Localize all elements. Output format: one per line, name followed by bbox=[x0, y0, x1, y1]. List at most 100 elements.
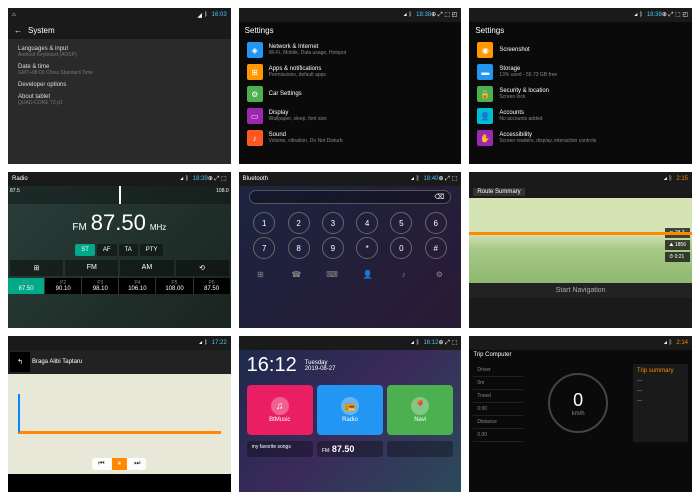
page-title: System bbox=[28, 26, 55, 35]
delete-icon[interactable]: ⌫ bbox=[434, 193, 444, 201]
back-icon[interactable]: ← bbox=[14, 26, 22, 35]
settings-item[interactable]: Developer options bbox=[8, 79, 231, 91]
settings-item[interactable]: ▬Storage13% used - 55.73 GB free bbox=[469, 61, 692, 83]
playback-button[interactable]: ⏸ bbox=[112, 458, 128, 470]
dial-key[interactable]: 7 bbox=[253, 237, 275, 259]
preset-button[interactable]: P5108.00 bbox=[156, 278, 193, 294]
category-icon: ▬ bbox=[477, 64, 493, 80]
wifi-icon: ◢ bbox=[197, 12, 202, 19]
bottom-icon[interactable]: ⌨ bbox=[325, 267, 339, 281]
settings-item[interactable]: ⚙Car Settings bbox=[239, 83, 462, 105]
clock: 18:38 bbox=[647, 12, 662, 18]
band-button[interactable]: ⟲ bbox=[176, 260, 229, 276]
settings-item[interactable]: 🔒Security & locationScreen lock bbox=[469, 83, 692, 105]
nav-route-screen: ◢ ᛒ 17:22 ↰ Braga Alibi Taptaru ⏮⏸⏭ bbox=[8, 336, 231, 492]
settings-screen-2: ◢ ᛒ 18:38 ⊕ ⤢ ⬚ ◰ Settings ◉Screenshot▬S… bbox=[469, 8, 692, 164]
band-button[interactable]: FM bbox=[65, 260, 118, 276]
settings-item[interactable]: ◈Network & InternetWi-Fi, Mobile, Data u… bbox=[239, 39, 462, 61]
dial-key[interactable]: # bbox=[425, 237, 447, 259]
trip-stat: Travel bbox=[473, 390, 523, 403]
category-icon: ⚙ bbox=[247, 86, 263, 102]
radio-tag[interactable]: PTY bbox=[140, 244, 164, 256]
frequency: 87.50 bbox=[91, 210, 146, 236]
radio-tag[interactable]: TA bbox=[119, 244, 138, 256]
dial-key[interactable]: 3 bbox=[322, 212, 344, 234]
category-icon: ◉ bbox=[477, 42, 493, 58]
bottom-icon[interactable]: ⚙ bbox=[432, 267, 446, 281]
dial-key[interactable]: 9 bbox=[322, 237, 344, 259]
route-stat[interactable]: ✕ 28.3 bbox=[665, 228, 690, 238]
bottom-icon[interactable]: ⊞ bbox=[254, 267, 268, 281]
summary-row: — bbox=[635, 396, 686, 406]
settings-item[interactable]: Date & timeGMT+08:00 China Standard Time bbox=[8, 61, 231, 79]
launcher-tile[interactable]: ♫BtMusic bbox=[247, 385, 313, 435]
settings-item[interactable]: About tabletQUAD-CORE T3 p1 bbox=[8, 91, 231, 109]
bt-icon: ᛒ bbox=[204, 12, 208, 18]
trip-stat: 0m bbox=[473, 377, 523, 390]
band-button[interactable]: ⊞ bbox=[10, 260, 63, 276]
tile-icon: 📻 bbox=[341, 397, 359, 415]
dial-key[interactable]: 4 bbox=[356, 212, 378, 234]
dial-key[interactable]: * bbox=[356, 237, 378, 259]
launcher-tile[interactable]: 📻Radio bbox=[317, 385, 383, 435]
map[interactable]: ⏮⏸⏭ bbox=[8, 374, 231, 474]
radio-tag[interactable]: ST bbox=[75, 244, 95, 256]
speed-value: 0 bbox=[573, 390, 583, 411]
dial-key[interactable]: 6 bbox=[425, 212, 447, 234]
category-icon: 👤 bbox=[477, 108, 493, 124]
dial-key[interactable]: 1 bbox=[253, 212, 275, 234]
page-title: Settings bbox=[245, 26, 274, 35]
settings-item[interactable]: ⊞Apps & notificationsPermissions, defaul… bbox=[239, 61, 462, 83]
unit: MHz bbox=[150, 223, 166, 232]
route-summary-label[interactable]: Route Summary bbox=[473, 188, 524, 196]
speed-unit: km/h bbox=[572, 411, 585, 417]
category-icon: ⊞ bbox=[247, 64, 263, 80]
band-label: FM bbox=[72, 222, 86, 233]
statusbar: Radio ◢ ᛒ 18:39 ⊕ ⤢ ⬚ bbox=[8, 172, 231, 186]
preset-button[interactable]: P187.50 bbox=[8, 278, 45, 294]
playback-button[interactable]: ⏮ bbox=[92, 458, 110, 470]
settings-item[interactable]: 👤AccountsNo accounts added bbox=[469, 105, 692, 127]
music-widget[interactable]: my favorite songs bbox=[247, 441, 313, 457]
route-stat[interactable]: ⛰ 1856 bbox=[665, 240, 690, 250]
start-navigation-button[interactable]: Start Navigation bbox=[469, 283, 692, 298]
preset-button[interactable]: P687.50 bbox=[194, 278, 231, 294]
settings-item[interactable]: ♪SoundVolume, vibration, Do Not Disturb bbox=[239, 127, 462, 149]
band-button[interactable]: AM bbox=[120, 260, 173, 276]
settings-item[interactable]: ◉Screenshot bbox=[469, 39, 692, 61]
map[interactable]: ✕ 28.3 ⛰ 1856 ⏱ 0:21 bbox=[469, 198, 692, 283]
category-icon: 🔒 bbox=[477, 86, 493, 102]
speed-gauge: 0 km/h bbox=[523, 364, 633, 442]
turn-icon: ↰ bbox=[10, 352, 30, 372]
home-icon[interactable]: ⌂ bbox=[12, 12, 16, 18]
launcher-tile[interactable]: 📍Navi bbox=[387, 385, 453, 435]
trip-stat: Driver bbox=[473, 364, 523, 377]
dial-key[interactable]: 0 bbox=[390, 237, 412, 259]
dial-input[interactable]: ⌫ bbox=[249, 190, 452, 204]
settings-item[interactable]: ✋AccessibilityScreen readers, display, i… bbox=[469, 127, 692, 149]
preset-button[interactable]: P398.10 bbox=[82, 278, 119, 294]
page-title: Trip Computer bbox=[473, 352, 511, 358]
bottom-icon[interactable]: ☎ bbox=[289, 267, 303, 281]
radio-widget[interactable]: FM: 87.50 bbox=[317, 441, 383, 457]
route-stat[interactable]: ⏱ 0:21 bbox=[665, 252, 690, 262]
category-icon: ◈ bbox=[247, 42, 263, 58]
dial-key[interactable]: 2 bbox=[288, 212, 310, 234]
statusbar: ◢ ᛒ 18:38 ⊕ ⤢ ⬚ ◰ bbox=[239, 8, 462, 22]
settings-item[interactable]: Languages & inputAndroid Keyboard (AOSP) bbox=[8, 43, 231, 61]
nav-widget[interactable] bbox=[387, 441, 453, 457]
radio-tag[interactable]: AF bbox=[97, 244, 117, 256]
trip-summary-title: Trip summary bbox=[635, 366, 686, 376]
dial-key[interactable]: 8 bbox=[288, 237, 310, 259]
summary-row: — bbox=[635, 386, 686, 396]
freq-scale[interactable]: 87.5 108.0 bbox=[8, 186, 231, 204]
bottom-icon[interactable]: ♪ bbox=[397, 267, 411, 281]
bottom-icon[interactable]: 👤 bbox=[361, 267, 375, 281]
system-settings-screen: ⌂ ◢ᛒ 16:03 ← System Languages & inputAnd… bbox=[8, 8, 231, 164]
dial-key[interactable]: 5 bbox=[390, 212, 412, 234]
preset-button[interactable]: P290.10 bbox=[45, 278, 82, 294]
settings-item[interactable]: ▭DisplayWallpaper, sleep, font size bbox=[239, 105, 462, 127]
preset-button[interactable]: P4106.10 bbox=[119, 278, 156, 294]
clock: 16:03 bbox=[212, 12, 227, 18]
playback-button[interactable]: ⏭ bbox=[128, 458, 146, 470]
